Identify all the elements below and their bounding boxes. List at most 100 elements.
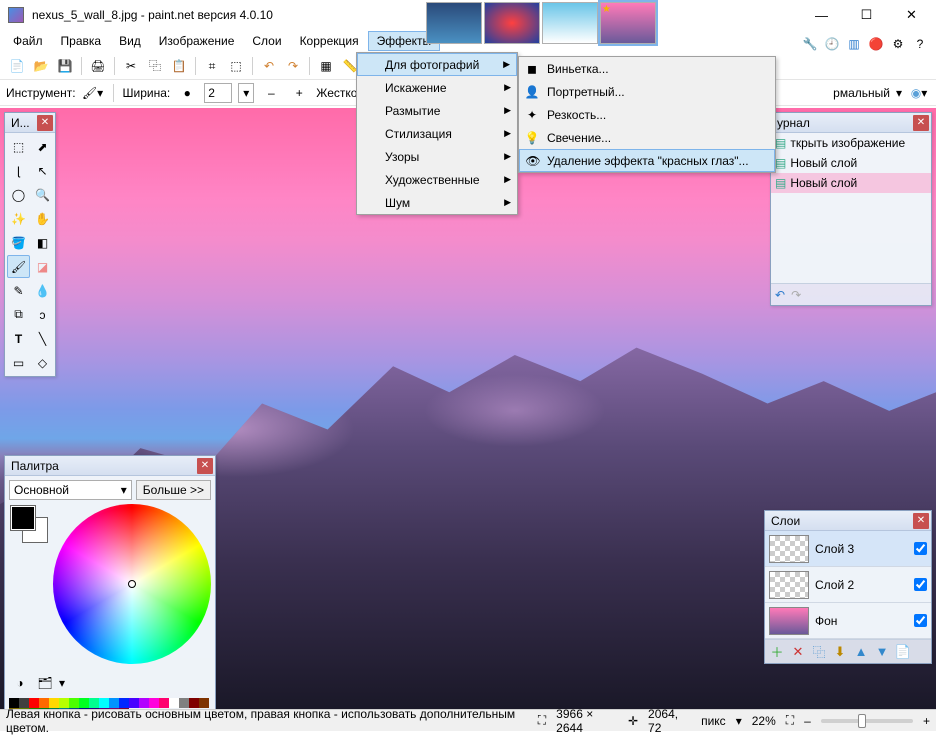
effects-item[interactable]: Искажение▶	[357, 76, 517, 99]
photo-submenu-item[interactable]: 👁Удаление эффекта "красных глаз"...	[519, 149, 775, 172]
color-swatches[interactable]	[11, 506, 47, 542]
deselect-button[interactable]: ⬚	[225, 55, 247, 77]
menu-edit[interactable]: Правка	[52, 31, 111, 51]
tool-shapes[interactable]: ◇	[31, 351, 54, 374]
help-button[interactable]: ?	[910, 34, 930, 54]
history-toggle[interactable]: 🕘	[822, 34, 842, 54]
photo-submenu-item[interactable]: ◼Виньетка...	[519, 57, 775, 80]
new-button[interactable]: 📄	[6, 55, 28, 77]
history-header[interactable]: урнал ✕	[771, 113, 931, 133]
effects-item[interactable]: Стилизация▶	[357, 122, 517, 145]
tool-lasso[interactable]: ɭ	[7, 159, 30, 182]
slider-thumb[interactable]	[858, 714, 866, 728]
menu-adjustments[interactable]: Коррекция	[291, 31, 368, 51]
menu-file[interactable]: Файл	[4, 31, 52, 51]
tool-line[interactable]: ╲	[31, 327, 54, 350]
doc-thumb-active[interactable]: ★	[600, 2, 656, 44]
layer-visible-checkbox[interactable]	[914, 614, 927, 627]
tool-text[interactable]: T	[7, 327, 30, 350]
width-input[interactable]	[204, 83, 232, 103]
panel-close[interactable]: ✕	[197, 458, 213, 474]
brush-shape[interactable]: ●	[176, 82, 198, 104]
history-item[interactable]: ▤Новый слой	[771, 153, 931, 173]
redo-button[interactable]: ↷	[282, 55, 304, 77]
tool-brush[interactable]: 🖌	[7, 255, 30, 278]
overwrite-button[interactable]: ◉ ▾	[908, 82, 930, 104]
fit-icon[interactable]: ⛶	[786, 713, 794, 728]
crop-button[interactable]: ⌗	[201, 55, 223, 77]
tool-zoom[interactable]: 🔍	[31, 183, 54, 206]
tool-wand[interactable]: ✨	[7, 207, 30, 230]
settings-button[interactable]: ⚙	[888, 34, 908, 54]
layer-item[interactable]: Слой 3	[765, 531, 931, 567]
tool-pencil[interactable]: ✎	[7, 279, 30, 302]
history-item[interactable]: ▤ткрыть изображение	[771, 133, 931, 153]
width-inc[interactable]: +	[288, 82, 310, 104]
layer-item[interactable]: Фон	[765, 603, 931, 639]
width-dec[interactable]: –	[260, 82, 282, 104]
undo-icon[interactable]: ↶	[775, 288, 785, 302]
doc-thumb[interactable]	[484, 2, 540, 44]
undo-button[interactable]: ↶	[258, 55, 280, 77]
tool-eraser[interactable]: ◪	[31, 255, 54, 278]
panel-close[interactable]: ✕	[37, 115, 53, 131]
colors-toggle[interactable]: 🔴	[866, 34, 886, 54]
chevron-down-icon[interactable]: ▾	[59, 676, 65, 690]
print-button[interactable]: 🖨	[87, 55, 109, 77]
palette-mode-combo[interactable]: Основной▾	[9, 480, 132, 500]
zoom-in[interactable]: +	[923, 714, 930, 728]
menu-view[interactable]: Вид	[110, 31, 150, 51]
history-item[interactable]: ▤Новый слой	[771, 173, 931, 193]
palette-header[interactable]: Палитра ✕	[5, 456, 215, 476]
photo-submenu-item[interactable]: 👤Портретный...	[519, 80, 775, 103]
cut-button[interactable]: ✂	[120, 55, 142, 77]
layers-header[interactable]: Слои ✕	[765, 511, 931, 531]
minimize-button[interactable]: —	[799, 1, 844, 29]
layer-merge[interactable]: ⬇	[831, 643, 849, 661]
layer-visible-checkbox[interactable]	[914, 542, 927, 555]
effects-item[interactable]: Художественные▶	[357, 168, 517, 191]
doc-thumb[interactable]	[542, 2, 598, 44]
effects-item[interactable]: Размытие▶	[357, 99, 517, 122]
close-button[interactable]: ✕	[889, 1, 934, 29]
tool-rect[interactable]: ▭	[7, 351, 30, 374]
effects-item[interactable]: Шум▶	[357, 191, 517, 214]
layer-delete[interactable]: ✕	[789, 643, 807, 661]
color-wheel[interactable]	[53, 504, 211, 664]
menu-layers[interactable]: Слои	[243, 31, 290, 51]
tool-fill[interactable]: 🪣	[7, 231, 30, 254]
palette-more-button[interactable]: Больше >>	[136, 480, 211, 500]
chevron-down-icon[interactable]: ▾	[736, 714, 742, 728]
width-dropdown[interactable]: ▾	[238, 83, 254, 103]
effects-item[interactable]: Узоры▶	[357, 145, 517, 168]
tool-ellipse-select[interactable]: ◯	[7, 183, 30, 206]
maximize-button[interactable]: ☐	[844, 1, 889, 29]
photo-submenu-item[interactable]: 💡Свечение...	[519, 126, 775, 149]
tool-move[interactable]: ↖	[31, 159, 54, 182]
foreground-swatch[interactable]	[11, 506, 35, 530]
layer-down[interactable]: ▼	[873, 643, 891, 661]
copy-button[interactable]: ⿻	[144, 55, 166, 77]
paste-button[interactable]: 📋	[168, 55, 190, 77]
tool-pan[interactable]: ✋	[31, 207, 54, 230]
tool-recolor[interactable]: ↄ	[31, 303, 54, 326]
tools-toggle[interactable]: 🔧	[800, 34, 820, 54]
tool-gradient[interactable]: ◧	[31, 231, 54, 254]
redo-icon[interactable]: ↷	[791, 288, 801, 302]
layer-item[interactable]: Слой 2	[765, 567, 931, 603]
layer-add[interactable]: ＋	[768, 643, 786, 661]
tool-picker[interactable]: 💧	[31, 279, 54, 302]
tools-panel-header[interactable]: И... ✕	[5, 113, 55, 133]
current-tool[interactable]: 🖌 ▾	[82, 82, 104, 104]
photo-submenu-item[interactable]: ✦Резкость...	[519, 103, 775, 126]
layers-toggle[interactable]: ▥	[844, 34, 864, 54]
panel-close[interactable]: ✕	[913, 115, 929, 131]
panel-close[interactable]: ✕	[913, 513, 929, 529]
chevron-down-icon[interactable]: ▾	[896, 86, 902, 100]
palette-add[interactable]: ◑	[9, 672, 31, 694]
tool-clone[interactable]: ⧉	[7, 303, 30, 326]
layer-dup[interactable]: ⿻	[810, 643, 828, 661]
layer-props[interactable]: 📄	[894, 643, 912, 661]
grid-button[interactable]: ▦	[315, 55, 337, 77]
zoom-slider[interactable]	[821, 719, 913, 723]
